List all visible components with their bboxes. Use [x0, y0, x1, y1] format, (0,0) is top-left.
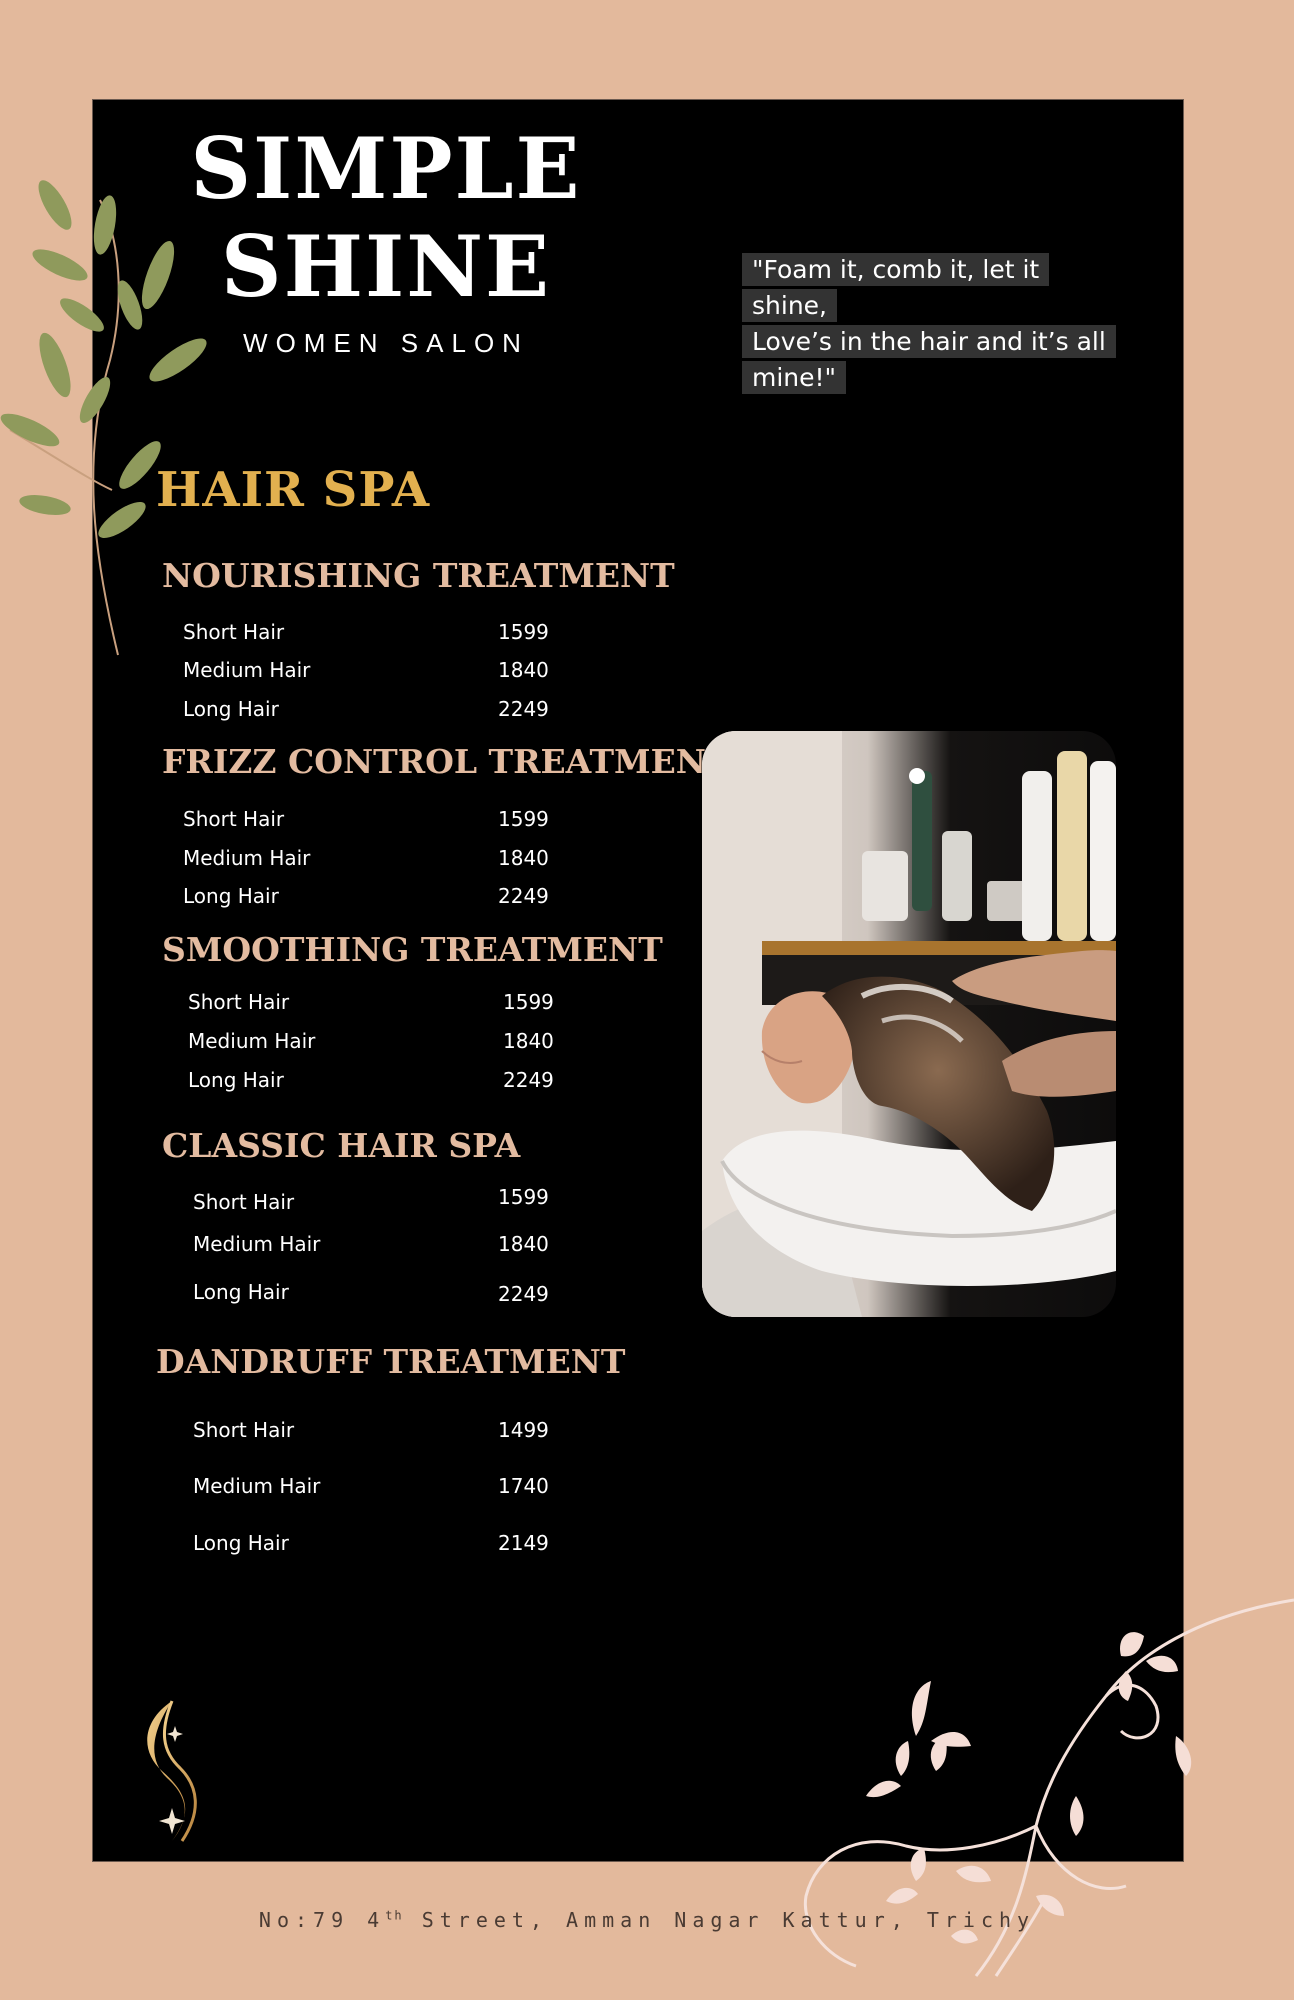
quote-line-3: mine!"	[742, 361, 847, 394]
address-prefix: No:79 4	[258, 1908, 386, 1932]
item-price: 1840	[498, 1232, 549, 1256]
address-suffix: Street, Amman Nagar Kattur, Trichy	[403, 1908, 1036, 1932]
category-title: SMOOTHING TREATMENT	[162, 930, 663, 969]
item-name: Short Hair	[193, 1418, 295, 1442]
category-title: NOURISHING TREATMENT	[162, 556, 675, 595]
category-title: CLASSIC HAIR SPA	[162, 1126, 521, 1165]
item-name: Short Hair	[193, 1190, 295, 1214]
item-price: 1599	[498, 1185, 549, 1209]
item-name: Long Hair	[183, 697, 279, 721]
item-name: Medium Hair	[188, 1029, 316, 1053]
item-name: Medium Hair	[183, 658, 311, 682]
brand-subtitle: WOMEN SALON	[243, 328, 529, 358]
item-price: 1599	[503, 990, 554, 1014]
item-price: 2149	[498, 1531, 549, 1555]
item-name: Long Hair	[193, 1531, 289, 1555]
item-price: 1599	[498, 620, 549, 644]
item-price: 1740	[498, 1474, 549, 1498]
brand-title-line-2: SHINE	[220, 217, 552, 316]
item-price: 1840	[503, 1029, 554, 1053]
item-name: Short Hair	[188, 990, 290, 1014]
quote-line-2: Love’s in the hair and it’s all	[742, 325, 1116, 358]
item-name: Short Hair	[183, 807, 285, 831]
item-price: 1599	[498, 807, 549, 831]
item-price: 1499	[498, 1418, 549, 1442]
floral-vine-decoration	[803, 1598, 1294, 1977]
address-superscript: th	[385, 1908, 404, 1923]
item-price: 1840	[498, 846, 549, 870]
section-title: HAIR SPA	[156, 462, 431, 518]
item-price: 2249	[503, 1068, 554, 1092]
category-title: DANDRUFF TREATMENT	[156, 1342, 626, 1381]
item-name: Medium Hair	[183, 846, 311, 870]
salon-address: No:79 4th Street, Amman Nagar Kattur, Tr…	[0, 1908, 1294, 1932]
item-name: Long Hair	[188, 1068, 284, 1092]
category-title: FRIZZ CONTROL TREATMENT	[162, 742, 731, 781]
item-price: 2249	[498, 1282, 549, 1306]
item-price: 2249	[498, 884, 549, 908]
hair-wash-photo	[702, 731, 1116, 1317]
item-name: Medium Hair	[193, 1474, 321, 1498]
item-name: Medium Hair	[193, 1232, 321, 1256]
brand-title: SIMPLE SHINE	[186, 120, 586, 316]
item-name: Long Hair	[183, 884, 279, 908]
salon-logo	[147, 1700, 197, 1842]
item-name: Short Hair	[183, 620, 285, 644]
brand-title-line-1: SIMPLE	[190, 119, 582, 218]
item-name: Long Hair	[193, 1280, 289, 1304]
item-price: 2249	[498, 697, 549, 721]
quote-line-1: "Foam it, comb it, let it shine,	[742, 253, 1050, 322]
item-price: 1840	[498, 658, 549, 682]
quote-box: "Foam it, comb it, let it shine, Love’s …	[742, 252, 1132, 396]
